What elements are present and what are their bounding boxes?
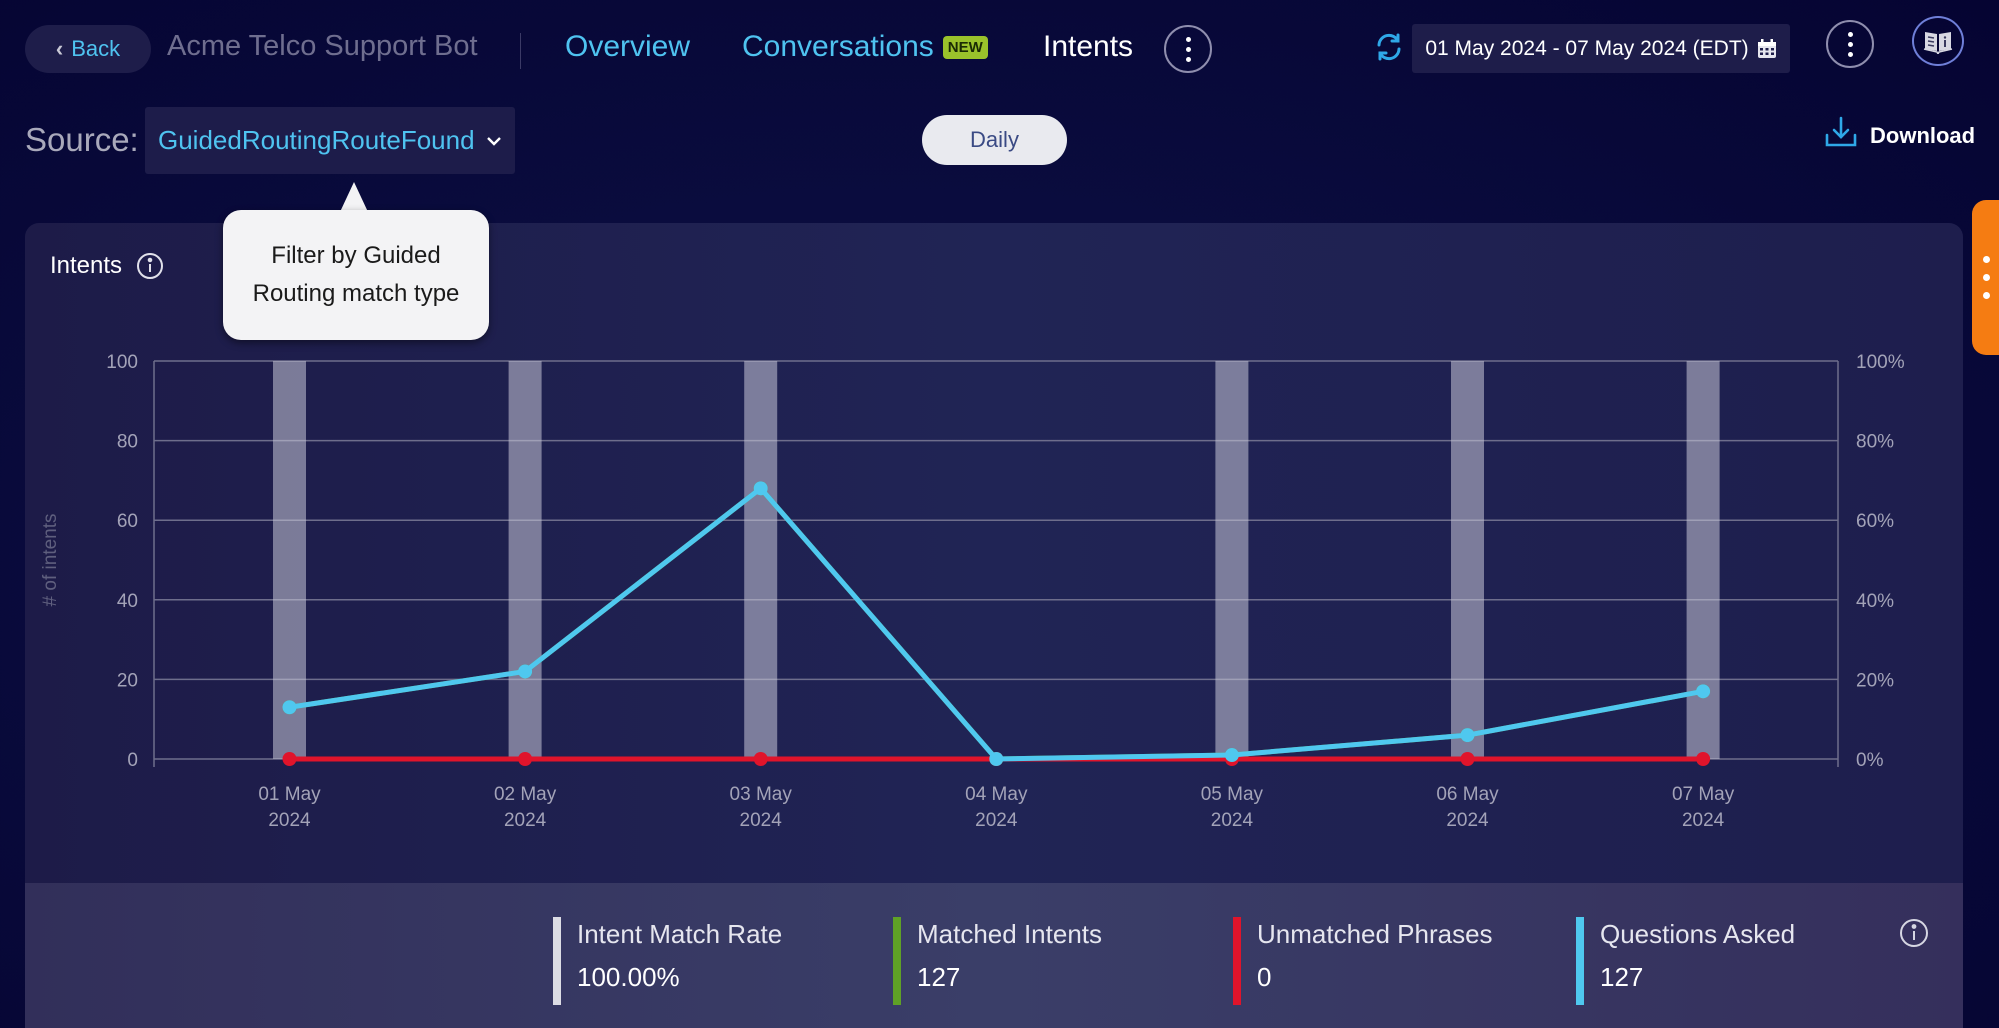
summary-label: Questions Asked	[1600, 919, 1796, 949]
point-unmatched-phrases	[753, 752, 768, 766]
point-unmatched-phrases	[282, 752, 297, 766]
summary-label: Matched Intents	[917, 919, 1102, 949]
x-tick-label: 02 May	[494, 784, 557, 805]
point-unmatched-phrases	[518, 752, 533, 766]
x-tick-label-year: 2024	[1682, 810, 1725, 831]
summary-value: 100.00%	[577, 962, 680, 992]
summary-intent-match-rate: Intent Match Rate 100.00%	[553, 917, 782, 1005]
y-tick-label: 20	[117, 670, 138, 691]
legend-color-bar	[1576, 917, 1584, 1005]
x-tick-label: 01 May	[258, 784, 321, 805]
line-matched-intents	[289, 485, 1704, 762]
point-unmatched-phrases	[1696, 752, 1711, 766]
side-feedback-tab[interactable]	[1972, 200, 1999, 355]
summary-info-icon[interactable]	[1899, 918, 1929, 948]
y-tick-label: 40	[117, 591, 138, 612]
x-tick-label-year: 2024	[975, 810, 1018, 831]
point-questions-asked	[1696, 684, 1711, 699]
bar-match-rate	[508, 361, 542, 759]
y2-tick-label: 100%	[1856, 352, 1905, 373]
y2-tick-label: 40%	[1856, 591, 1894, 612]
x-tick-label: 03 May	[730, 784, 793, 805]
y2-tick-label: 80%	[1856, 432, 1894, 453]
y-tick-label: 80	[117, 432, 138, 453]
x-tick-label-year: 2024	[268, 810, 311, 831]
point-questions-asked	[1460, 728, 1475, 743]
x-tick-label-year: 2024	[504, 810, 547, 831]
x-tick-label-year: 2024	[1446, 810, 1489, 831]
x-tick-label: 07 May	[1672, 784, 1735, 805]
bar-match-rate	[273, 361, 306, 759]
summary-unmatched-phrases: Unmatched Phrases 0	[1233, 917, 1493, 1005]
point-questions-asked	[989, 752, 1004, 766]
x-tick-label: 04 May	[965, 784, 1028, 805]
legend-color-bar	[553, 917, 561, 1005]
y-tick-label: 100	[106, 352, 138, 373]
legend-color-bar	[893, 917, 901, 1005]
bar-match-rate	[744, 361, 778, 759]
bar-match-rate	[1451, 361, 1484, 759]
summary-label: Unmatched Phrases	[1257, 919, 1493, 949]
y2-tick-label: 20%	[1856, 670, 1894, 691]
line-questions-asked	[289, 485, 1704, 762]
point-questions-asked	[753, 481, 768, 496]
intents-chart: 0 0% 20 20% 40 40% 60 60% 80 80% 100 100% # of inten…	[40, 352, 1905, 831]
summary-value: 0	[1257, 962, 1272, 992]
point-unmatched-phrases	[1460, 752, 1475, 766]
x-tick-label: 05 May	[1201, 784, 1264, 805]
y2-tick-label: 60%	[1856, 511, 1894, 532]
summary-questions-asked: Questions Asked 127	[1576, 917, 1795, 1005]
y-tick-label: 0	[127, 750, 138, 771]
summary-value: 127	[917, 962, 961, 992]
y-tick-label: 60	[117, 511, 138, 532]
dots-icon	[1982, 256, 1990, 263]
y2-tick-label: 0%	[1856, 750, 1884, 771]
source-tooltip: Filter by Guided Routing match type	[223, 210, 489, 340]
point-questions-asked	[518, 664, 533, 679]
summary-value: 127	[1600, 962, 1644, 992]
bar-match-rate	[1215, 361, 1249, 759]
x-tick-label-year: 2024	[1211, 810, 1254, 831]
summary-matched-intents: Matched Intents 127	[893, 917, 1102, 1005]
tooltip-arrow	[340, 182, 368, 212]
legend-color-bar	[1233, 917, 1241, 1005]
point-questions-asked	[282, 700, 297, 715]
point-questions-asked	[1224, 748, 1239, 763]
bar-match-rate	[1686, 361, 1720, 759]
summary-label: Intent Match Rate	[577, 919, 783, 949]
y-axis-label: # of intents	[40, 514, 61, 607]
x-tick-label-year: 2024	[740, 810, 783, 831]
x-tick-label: 06 May	[1436, 784, 1499, 805]
tooltip-line-2: Routing match type	[252, 280, 460, 307]
tooltip-line-1: Filter by Guided	[271, 242, 441, 269]
